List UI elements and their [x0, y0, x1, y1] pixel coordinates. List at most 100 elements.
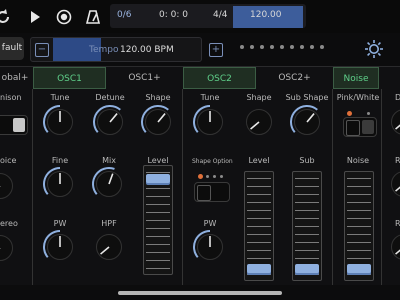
- fader-tick: [347, 186, 371, 187]
- page-dots[interactable]: [240, 45, 324, 49]
- fader-tick: [146, 252, 170, 253]
- page-dot[interactable]: [290, 45, 294, 49]
- fader-tick: [295, 194, 319, 195]
- stereo-label: ereo: [0, 219, 18, 228]
- page-dot[interactable]: [300, 45, 304, 49]
- preset-name[interactable]: fault: [0, 37, 24, 60]
- osc2-sub-fader[interactable]: [292, 171, 322, 281]
- osc2-sub-shape-knob[interactable]: [289, 104, 325, 140]
- osc2-shape-label: Shape: [246, 93, 272, 102]
- module-tabs: obal+ OSC1 OSC1+ OSC2 OSC2+ Noise: [0, 66, 400, 90]
- fader-handle[interactable]: [146, 173, 170, 183]
- osc1-detune-knob[interactable]: [92, 104, 128, 140]
- fader-tick: [146, 196, 170, 197]
- tempo-decrease-button[interactable]: −: [35, 43, 49, 57]
- fader-tick: [295, 186, 319, 187]
- home-indicator[interactable]: [118, 291, 282, 295]
- partial-label: R: [395, 219, 400, 228]
- fader-tick: [146, 244, 170, 245]
- fader-tick: [295, 234, 319, 235]
- pink-led: [347, 111, 352, 116]
- osc2-shape-option-label: Shape Option: [192, 158, 233, 165]
- record-button[interactable]: [53, 6, 75, 28]
- page-dot[interactable]: [270, 45, 274, 49]
- osc1-fine-knob[interactable]: [42, 166, 78, 202]
- metronome-button[interactable]: [82, 6, 104, 28]
- osc1-shape-knob[interactable]: [140, 104, 176, 140]
- fader-handle[interactable]: [295, 264, 319, 274]
- fader-tick: [247, 186, 271, 187]
- fader-tick: [146, 268, 170, 269]
- toggle-thumb: [362, 120, 374, 134]
- global-voice-knob[interactable]: [0, 168, 18, 204]
- fader-tick: [146, 260, 170, 261]
- osc2-level-label: Level: [248, 156, 270, 165]
- play-button[interactable]: [24, 6, 46, 28]
- osc2-tune-knob[interactable]: [192, 104, 228, 140]
- pink-white-toggle[interactable]: [343, 117, 377, 137]
- noise-pink-white-label: Pink/White: [336, 93, 380, 102]
- bpm-readout: 120.00: [250, 10, 282, 20]
- osc1-pw-knob[interactable]: [42, 229, 78, 265]
- tab-osc1[interactable]: OSC1: [33, 67, 106, 89]
- toggle-thumb: [346, 120, 360, 136]
- osc1-mix-knob[interactable]: [91, 166, 127, 202]
- fader-tick: [146, 172, 170, 173]
- fader-tick: [247, 226, 271, 227]
- fader-tick: [146, 236, 170, 237]
- unison-label: nison: [0, 93, 22, 102]
- tab-osc2-plus[interactable]: OSC2+: [258, 67, 331, 89]
- fader-handle[interactable]: [247, 264, 271, 274]
- loop-button[interactable]: [0, 6, 14, 28]
- shape-option-led: [220, 175, 223, 178]
- osc2-shape-option-toggle[interactable]: [194, 182, 230, 202]
- fader-tick: [247, 202, 271, 203]
- page-dot[interactable]: [280, 45, 284, 49]
- osc1-tune-knob[interactable]: [42, 104, 78, 140]
- osc2-pw-knob[interactable]: [192, 229, 228, 265]
- record-icon: [56, 9, 72, 25]
- page-dot[interactable]: [250, 45, 254, 49]
- page-dot[interactable]: [240, 45, 244, 49]
- tab-global-plus[interactable]: obal+: [0, 67, 30, 89]
- tab-osc1-plus[interactable]: OSC1+: [108, 67, 181, 89]
- osc1-pw-label: PW: [53, 219, 67, 228]
- osc2-level-fader[interactable]: [244, 171, 274, 281]
- fader-tick: [295, 178, 319, 179]
- toggle-thumb: [197, 185, 211, 201]
- partial-knob[interactable]: [386, 229, 400, 265]
- page-dot[interactable]: [310, 45, 314, 49]
- divider: [332, 89, 333, 285]
- fader-tick: [347, 178, 371, 179]
- osc1-level-label: Level: [147, 156, 169, 165]
- time-signature[interactable]: 4/4: [213, 10, 227, 20]
- fader-handle[interactable]: [347, 264, 371, 274]
- unison-toggle[interactable]: [0, 115, 28, 135]
- partial-knob[interactable]: [386, 104, 400, 140]
- tab-osc2[interactable]: OSC2: [183, 67, 256, 89]
- tab-noise[interactable]: Noise: [333, 67, 379, 89]
- shape-option-led: [206, 175, 209, 178]
- noise-level-fader[interactable]: [344, 171, 374, 281]
- shape-option-led: [213, 175, 216, 178]
- tempo-increase-button[interactable]: +: [209, 43, 223, 57]
- osc2-shape-knob[interactable]: [241, 104, 277, 140]
- bar-position: 0/6: [117, 10, 132, 20]
- fader-tick: [247, 210, 271, 211]
- tempo-label: Tempo: [89, 45, 119, 55]
- global-stereo-knob[interactable]: [0, 230, 18, 266]
- tempo-control[interactable]: − Tempo 120.00 BPM: [30, 37, 202, 62]
- page-dot[interactable]: [320, 45, 324, 49]
- metronome-icon: [85, 10, 101, 24]
- fader-tick: [295, 250, 319, 251]
- page-dot[interactable]: [260, 45, 264, 49]
- toggle-thumb: [13, 118, 25, 132]
- osc1-tune-label: Tune: [50, 93, 70, 102]
- osc1-detune-label: Detune: [95, 93, 125, 102]
- osc1-level-fader[interactable]: [143, 165, 173, 275]
- fader-tick: [347, 226, 371, 227]
- partial-knob[interactable]: [386, 166, 400, 202]
- settings-button[interactable]: [364, 39, 384, 63]
- osc1-hpf-knob[interactable]: [91, 229, 127, 265]
- fader-tick: [347, 194, 371, 195]
